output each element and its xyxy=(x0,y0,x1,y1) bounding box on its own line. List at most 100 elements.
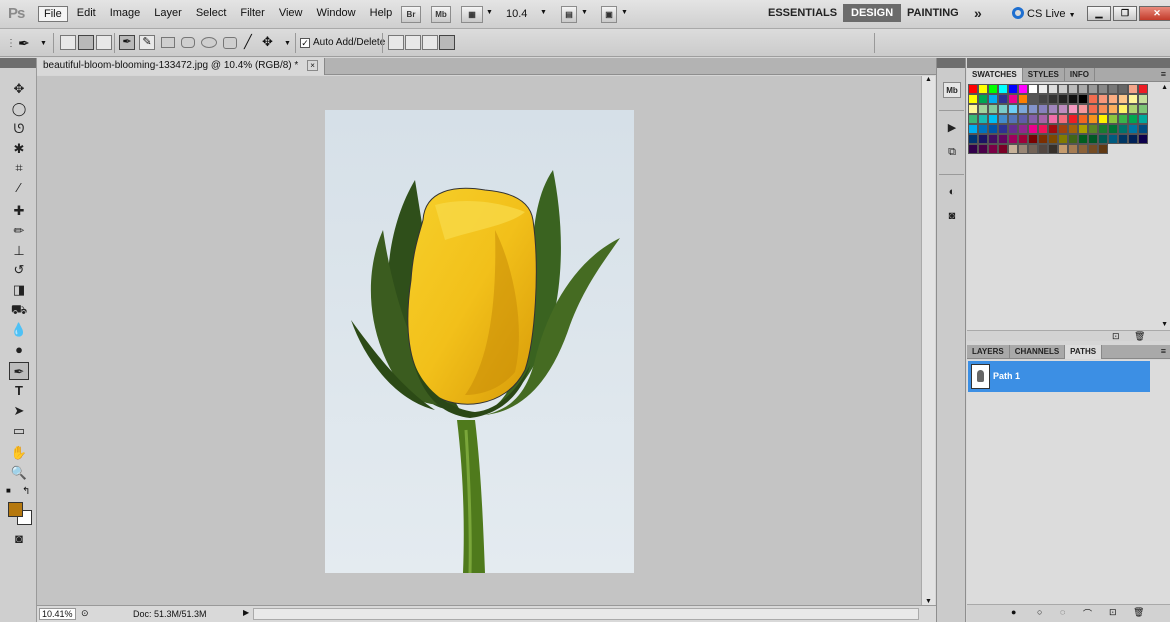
color-swatch[interactable] xyxy=(1018,144,1028,154)
marquee-tool-icon[interactable]: ◯ xyxy=(9,100,29,118)
color-swatch[interactable] xyxy=(1058,114,1068,124)
color-swatch[interactable] xyxy=(1088,114,1098,124)
make-work-path-icon[interactable]: ⌒ xyxy=(1083,607,1092,620)
color-swatch[interactable] xyxy=(1128,104,1138,114)
color-swatch[interactable] xyxy=(1078,144,1088,154)
color-swatch[interactable] xyxy=(1028,144,1038,154)
tool-preset-dropdown-icon[interactable]: ▼ xyxy=(40,40,47,47)
tools-panel-header[interactable] xyxy=(0,58,36,68)
color-swatch[interactable] xyxy=(1018,124,1028,134)
workspace-painting[interactable]: PAINTING xyxy=(907,7,959,19)
path-selection-tool-icon[interactable]: ➤ xyxy=(9,402,29,420)
minimize-button[interactable]: ▁ xyxy=(1087,6,1111,21)
path-intersect-area-icon[interactable] xyxy=(422,35,438,50)
color-swatch[interactable] xyxy=(1138,124,1148,134)
eraser-tool-icon[interactable]: ◨ xyxy=(9,281,29,299)
new-path-icon[interactable]: ⊡ xyxy=(1109,607,1117,618)
polygon-shape-icon[interactable] xyxy=(223,37,237,49)
history-panel-icon[interactable]: ⧉ xyxy=(943,144,961,160)
line-shape-icon[interactable]: ╱ xyxy=(244,34,252,50)
scroll-down-icon[interactable]: ▼ xyxy=(925,598,932,605)
color-swatch[interactable] xyxy=(1028,84,1038,94)
shape-layers-icon[interactable] xyxy=(60,35,76,50)
color-swatch[interactable] xyxy=(1078,134,1088,144)
color-swatch[interactable] xyxy=(1068,114,1078,124)
paths-panel-menu-icon[interactable]: ≡ xyxy=(1161,346,1166,356)
color-swatch[interactable] xyxy=(1058,124,1068,134)
color-swatch[interactable] xyxy=(1098,114,1108,124)
color-swatch[interactable] xyxy=(978,84,988,94)
tab-info[interactable]: INFO xyxy=(1065,68,1095,82)
zoom-level-display[interactable]: 10.4 xyxy=(506,8,527,20)
color-swatch[interactable] xyxy=(1028,104,1038,114)
color-swatch[interactable] xyxy=(1108,84,1118,94)
color-swatch[interactable] xyxy=(1108,104,1118,114)
zoom-dropdown-icon[interactable]: ▼ xyxy=(540,9,547,16)
color-swatch[interactable] xyxy=(1098,144,1108,154)
color-swatch[interactable] xyxy=(1008,144,1018,154)
color-swatch[interactable] xyxy=(1028,114,1038,124)
color-swatch[interactable] xyxy=(1038,134,1048,144)
color-swatch[interactable] xyxy=(1018,104,1028,114)
paint-bucket-tool-icon[interactable]: ⛟ xyxy=(9,301,29,319)
stroke-path-icon[interactable]: ○ xyxy=(1037,607,1042,617)
color-swatch[interactable] xyxy=(1098,84,1108,94)
color-swatch[interactable] xyxy=(1138,104,1148,114)
color-swatch[interactable] xyxy=(988,124,998,134)
right-panel-header[interactable] xyxy=(967,58,1170,68)
arrange-documents-button[interactable]: ▤ xyxy=(561,6,577,23)
canvas-area[interactable] xyxy=(37,76,921,605)
color-swatch[interactable] xyxy=(1128,84,1138,94)
color-swatch[interactable] xyxy=(1048,134,1058,144)
fill-pixels-icon[interactable] xyxy=(96,35,112,50)
color-swatch[interactable] xyxy=(1038,104,1048,114)
color-swatch[interactable] xyxy=(1088,124,1098,134)
fill-path-icon[interactable]: ● xyxy=(1011,607,1016,617)
eyedropper-tool-icon[interactable]: ⁄ xyxy=(9,179,29,197)
crop-tool-icon[interactable]: ⌗ xyxy=(9,159,29,177)
vertical-scrollbar[interactable]: ▲ ▼ xyxy=(921,76,935,605)
path-exclude-overlap-icon[interactable] xyxy=(439,35,455,50)
extras-button[interactable]: ▦ xyxy=(461,6,483,23)
color-swatch[interactable] xyxy=(1098,124,1108,134)
color-swatch[interactable] xyxy=(1038,144,1048,154)
freeform-pen-option-icon[interactable]: ✎ xyxy=(139,35,155,50)
auto-add-delete-checkbox[interactable]: ✓ Auto Add/Delete xyxy=(300,37,385,48)
rounded-rectangle-shape-icon[interactable] xyxy=(181,37,195,48)
color-swatch[interactable] xyxy=(988,114,998,124)
tab-styles[interactable]: STYLES xyxy=(1023,68,1065,82)
default-colors-icon[interactable]: ■ xyxy=(6,486,11,495)
color-swatch[interactable] xyxy=(978,144,988,154)
more-workspaces-icon[interactable]: » xyxy=(974,5,982,21)
menu-select[interactable]: Select xyxy=(191,6,232,22)
color-swatch[interactable] xyxy=(1118,84,1128,94)
color-swatch[interactable] xyxy=(978,104,988,114)
color-swatch[interactable] xyxy=(998,144,1008,154)
color-swatch[interactable] xyxy=(1038,94,1048,104)
color-swatch[interactable] xyxy=(1118,104,1128,114)
workspace-essentials[interactable]: ESSENTIALS xyxy=(768,7,837,19)
path-row[interactable]: Path 1 xyxy=(968,361,1150,392)
blur-tool-icon[interactable]: 💧 xyxy=(9,321,29,339)
tool-preset-pen-icon[interactable]: ✒ xyxy=(18,35,30,52)
color-swatch[interactable] xyxy=(988,144,998,154)
adjustments-panel-icon[interactable]: ◐ xyxy=(943,184,961,200)
color-swatch[interactable] xyxy=(1048,114,1058,124)
menu-layer[interactable]: Layer xyxy=(149,6,187,22)
history-brush-tool-icon[interactable]: ↺ xyxy=(9,261,29,279)
color-swatch[interactable] xyxy=(1048,124,1058,134)
color-swatch[interactable] xyxy=(978,114,988,124)
color-swatch[interactable] xyxy=(1018,114,1028,124)
path-subtract-area-icon[interactable] xyxy=(405,35,421,50)
color-swatch[interactable] xyxy=(1058,84,1068,94)
color-swatch[interactable] xyxy=(1138,134,1148,144)
quick-selection-tool-icon[interactable]: ✱ xyxy=(9,140,29,158)
swatches-scroll-down-icon[interactable]: ▼ xyxy=(1161,321,1168,328)
arrange-dropdown-icon[interactable]: ▼ xyxy=(581,9,588,16)
color-swatch[interactable] xyxy=(1108,94,1118,104)
color-swatch[interactable] xyxy=(988,94,998,104)
menu-window[interactable]: Window xyxy=(312,6,361,22)
color-swatch[interactable] xyxy=(1058,144,1068,154)
actions-panel-icon[interactable]: ▶ xyxy=(943,120,961,136)
status-zoom-field[interactable]: 10.41% xyxy=(39,608,76,620)
